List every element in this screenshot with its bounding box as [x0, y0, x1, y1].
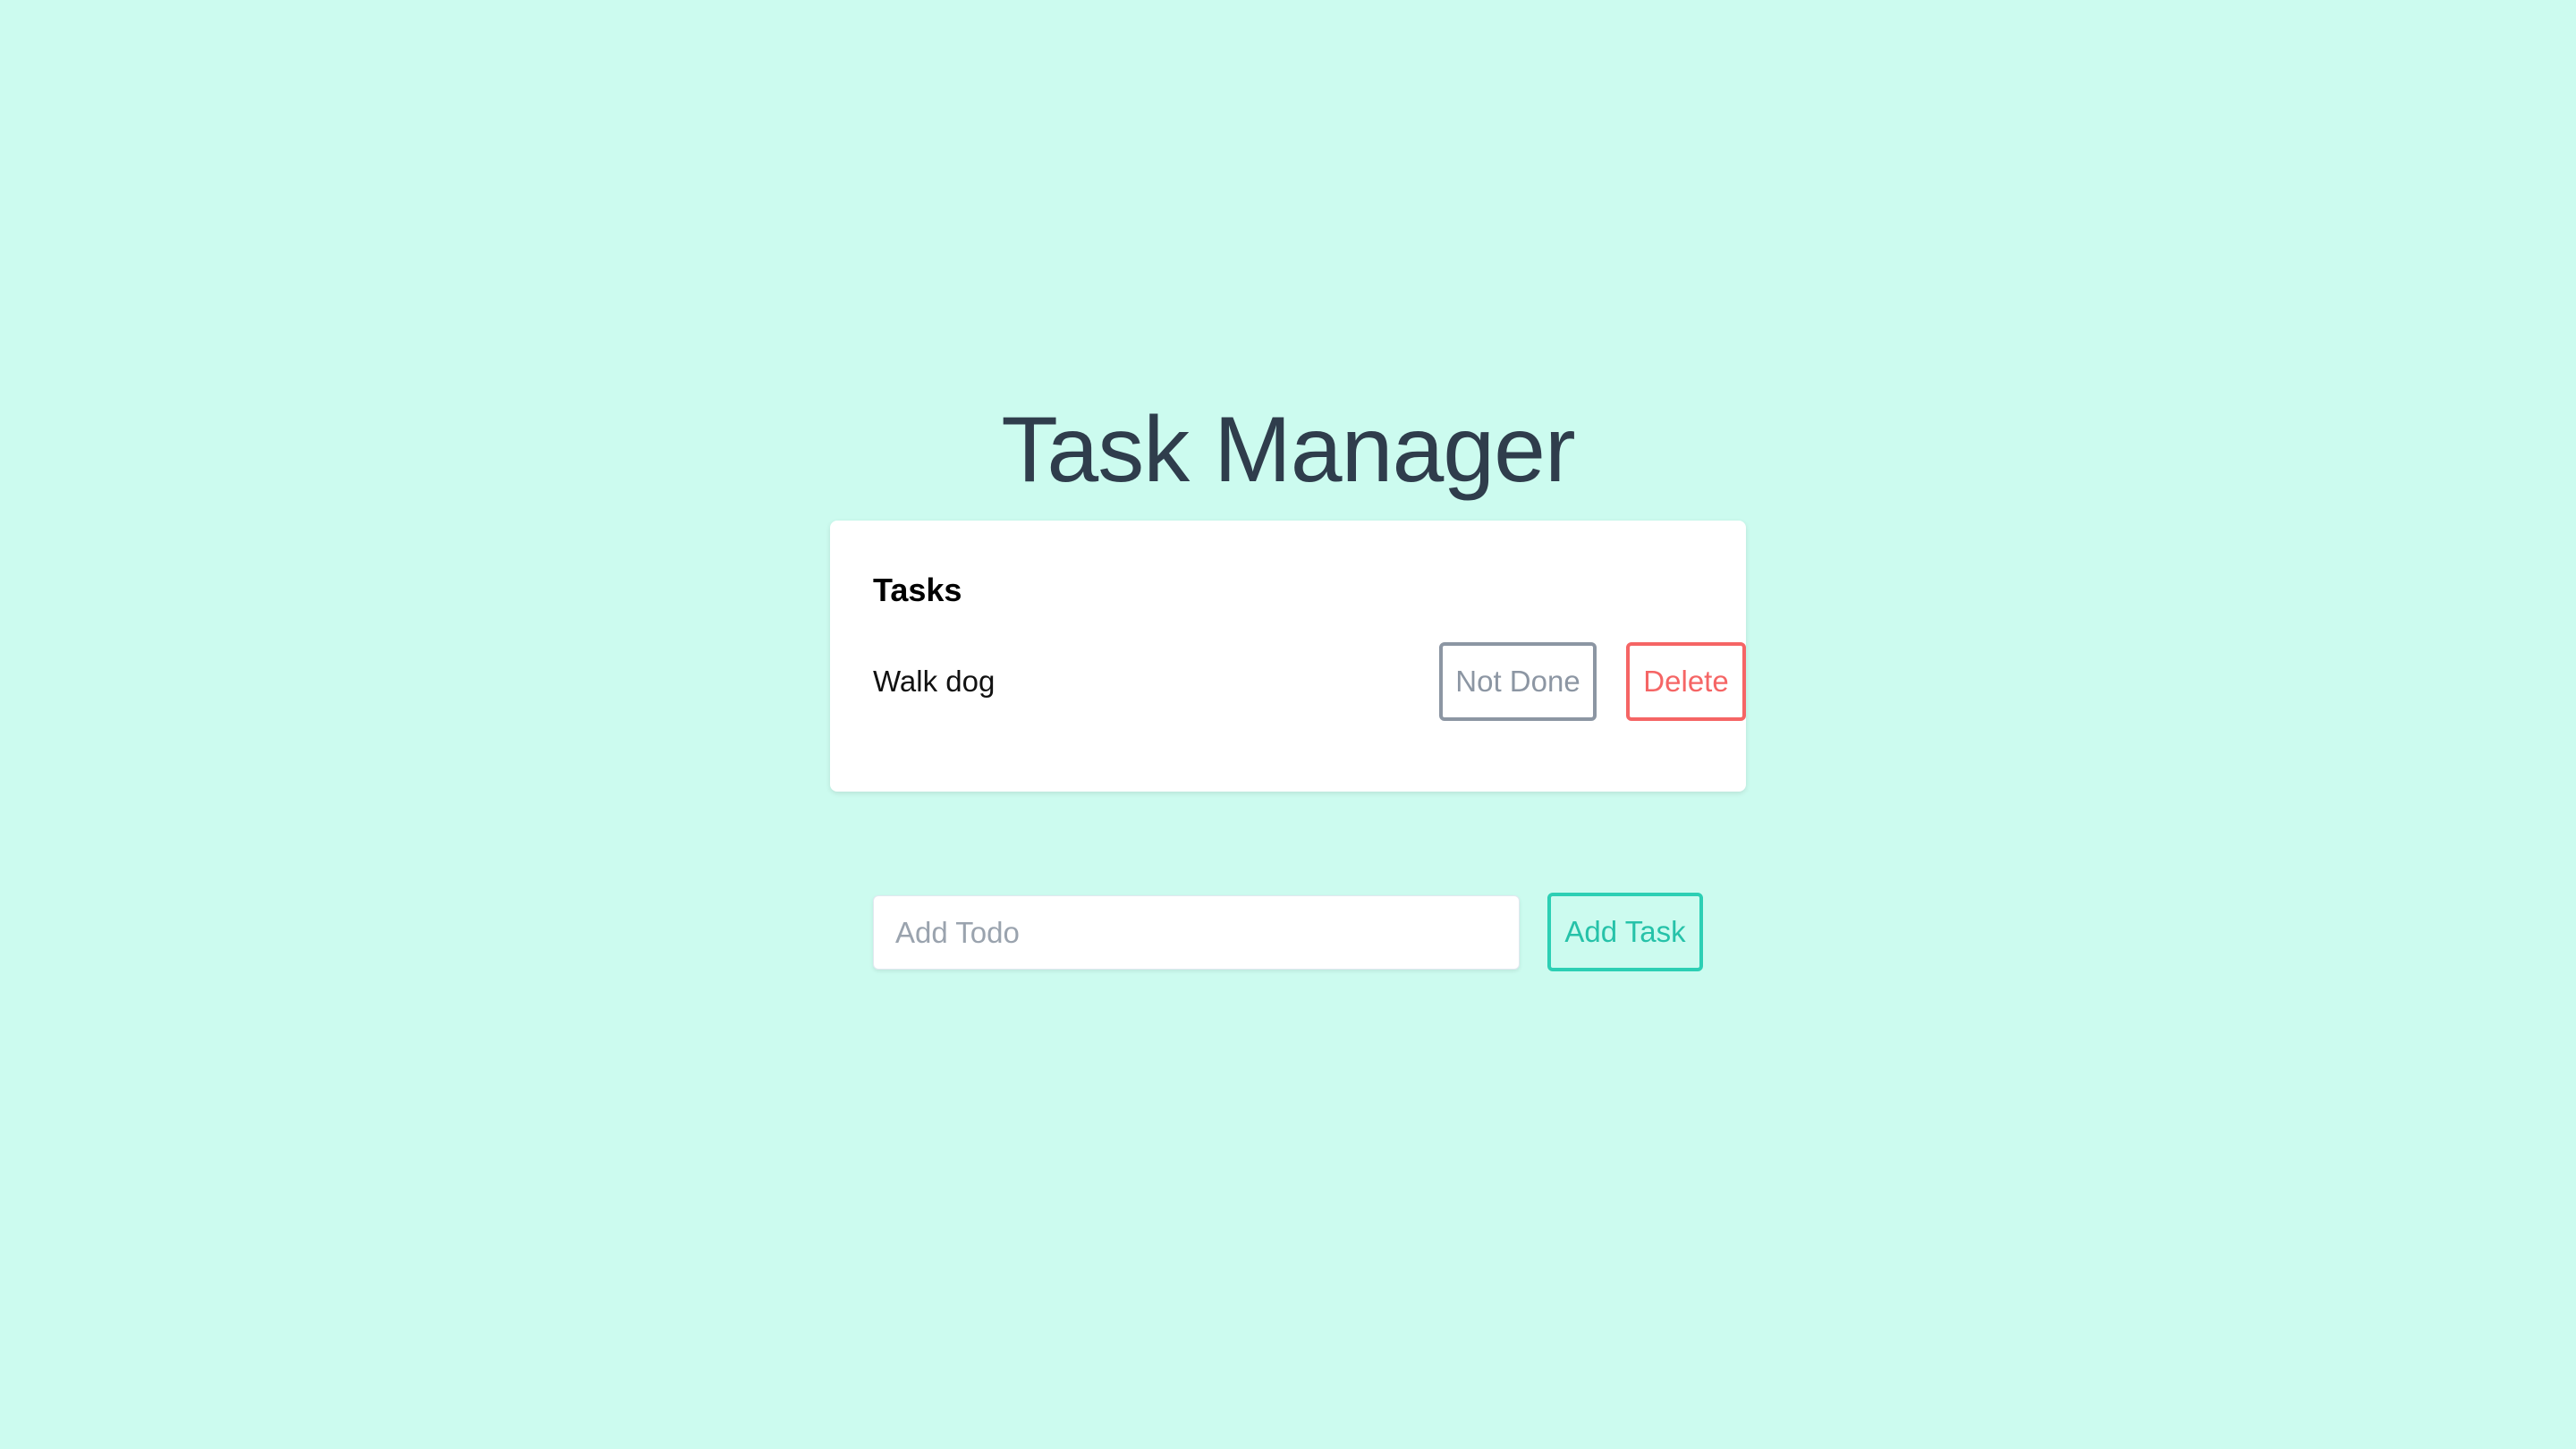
tasks-heading: Tasks [873, 572, 962, 608]
add-todo-input[interactable] [873, 895, 1520, 970]
page-title: Task Manager [1001, 398, 1575, 502]
add-task-button[interactable]: Add Task [1547, 893, 1703, 971]
task-row: Walk dog Not Done Delete [873, 642, 1746, 721]
tasks-card: Tasks Walk dog Not Done Delete [830, 521, 1746, 792]
task-text: Walk dog [873, 665, 996, 698]
not-done-button[interactable]: Not Done [1439, 642, 1597, 721]
delete-button[interactable]: Delete [1626, 642, 1746, 721]
